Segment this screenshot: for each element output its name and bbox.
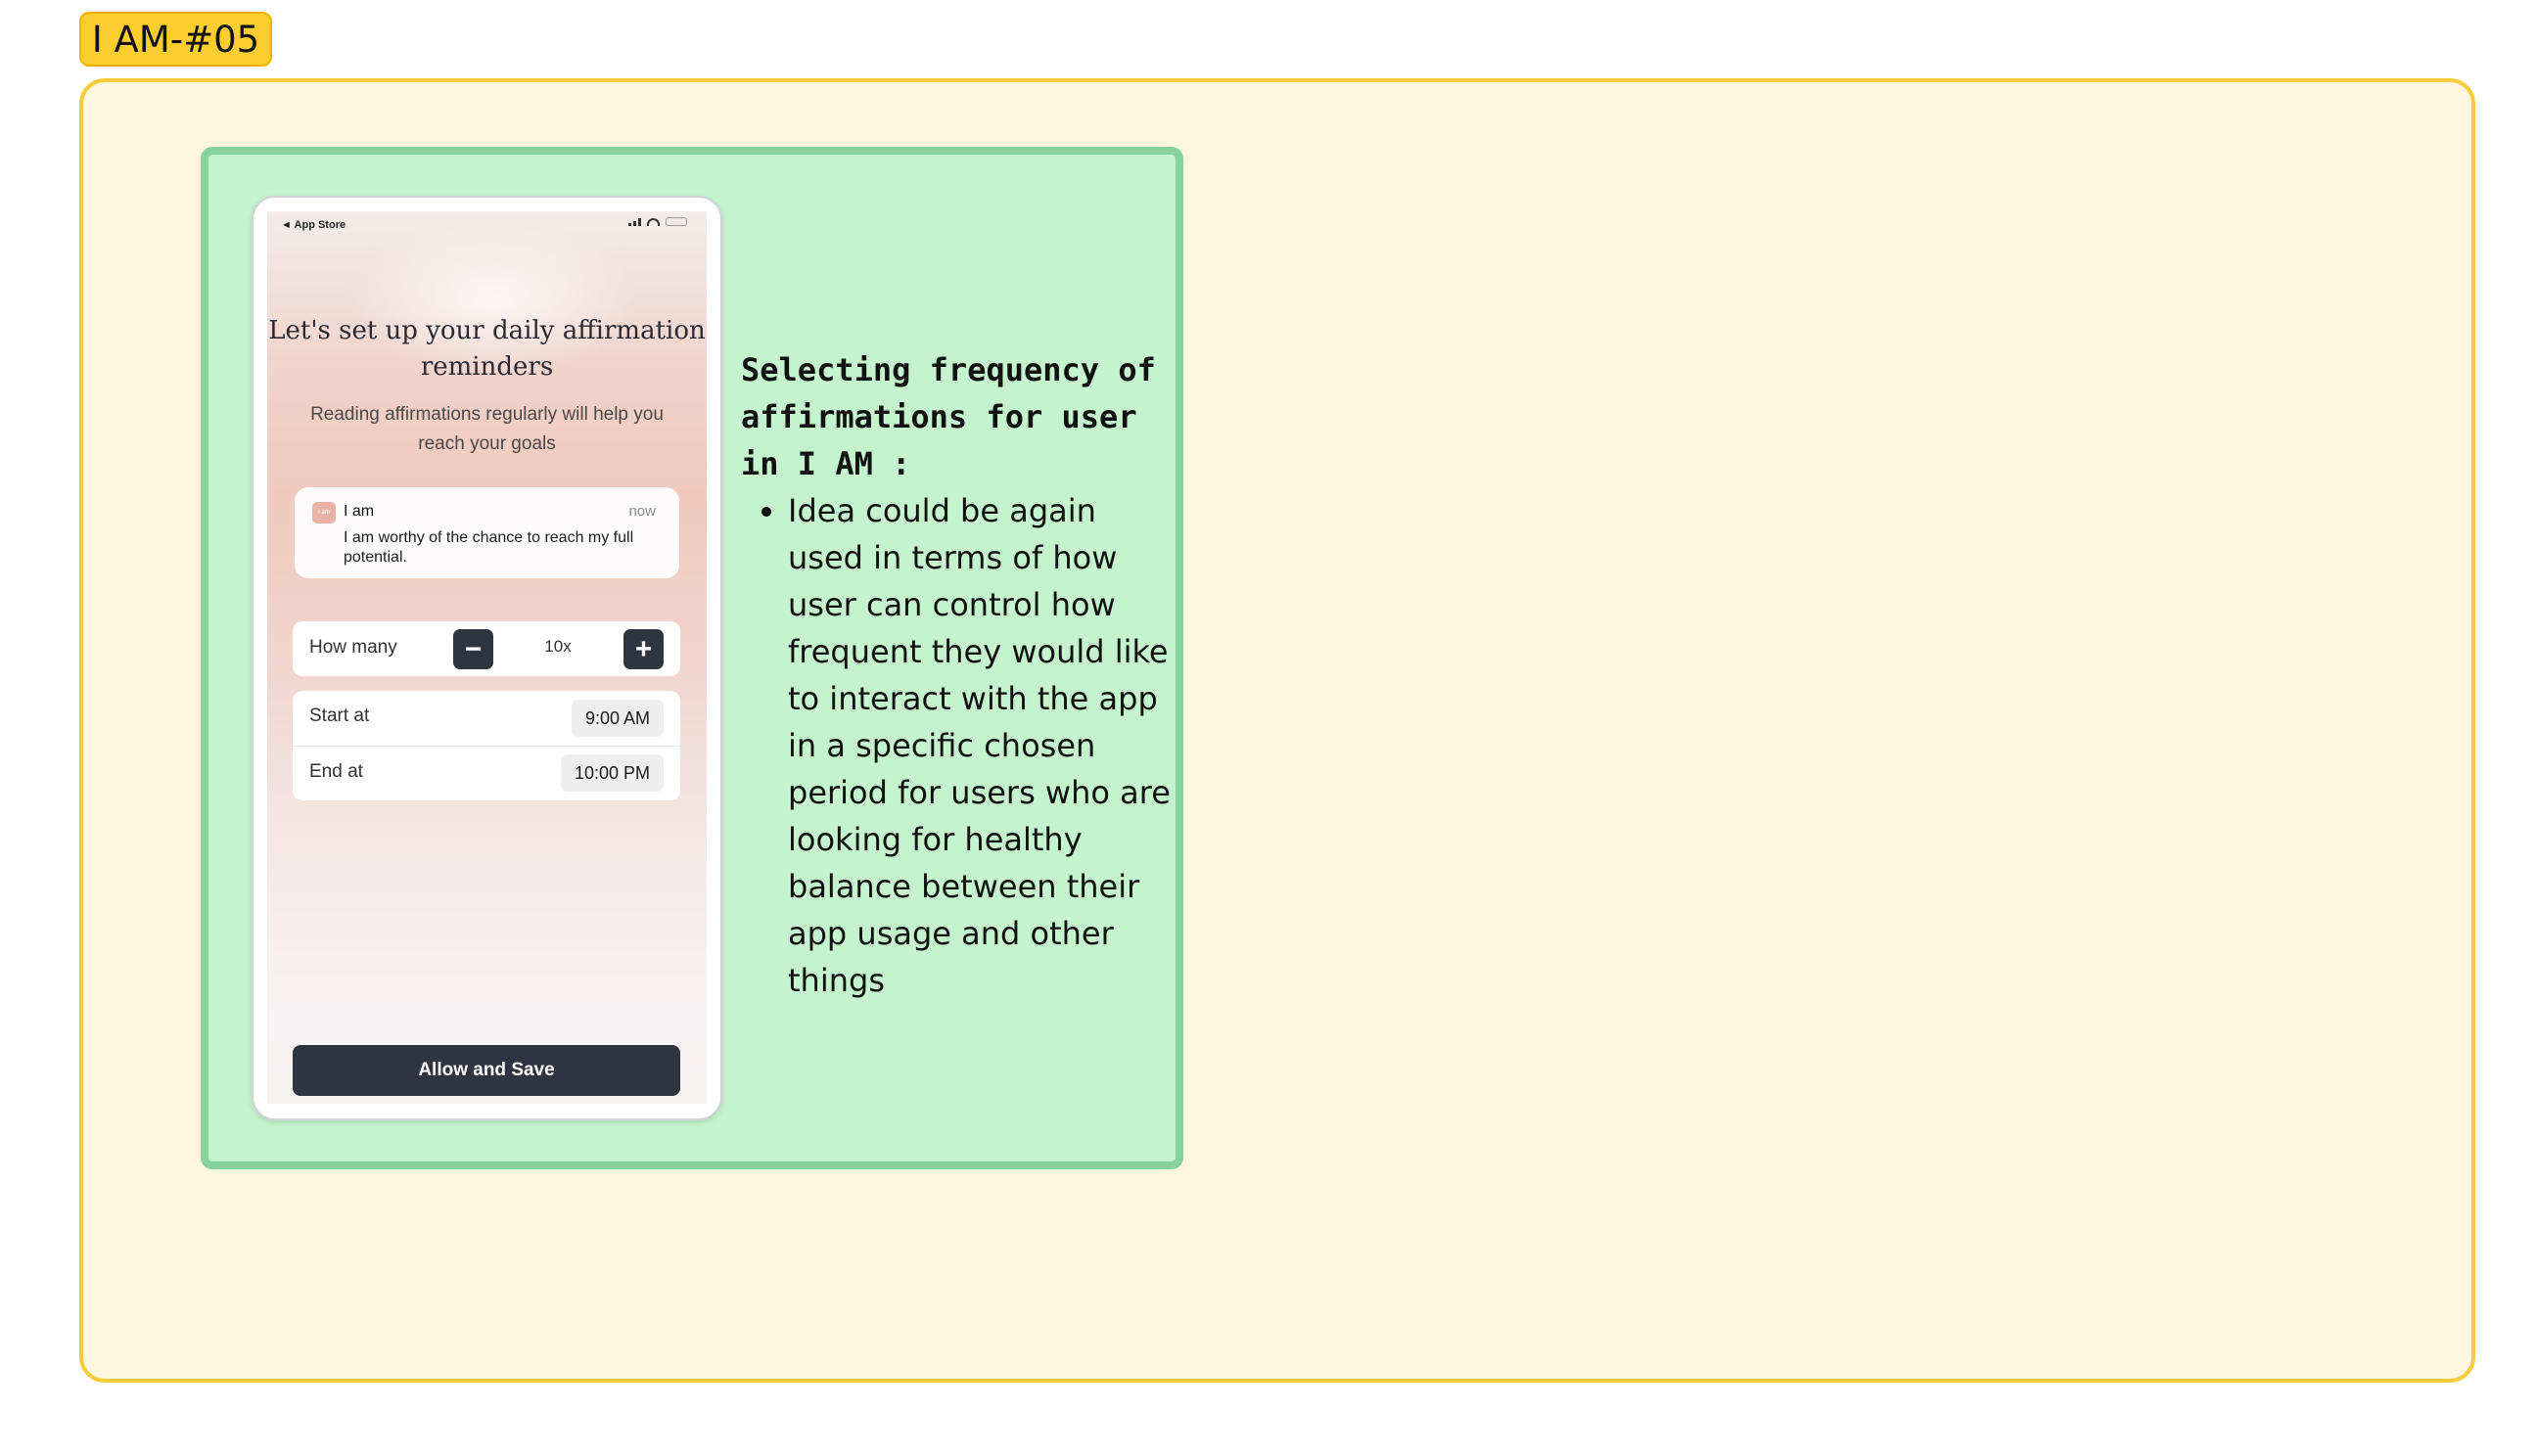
end-time-picker[interactable]: 10:00 PM bbox=[560, 754, 664, 792]
annotation-title: Selecting frequency of affirmations for … bbox=[741, 351, 1156, 482]
app-icon: I am bbox=[312, 502, 336, 523]
how-many-label: How many bbox=[309, 637, 397, 658]
start-at-label: Start at bbox=[309, 705, 370, 726]
increase-button[interactable]: + bbox=[623, 629, 664, 669]
notification-time: now bbox=[628, 503, 656, 520]
battery-icon bbox=[666, 217, 687, 226]
annotation-note: Selecting frequency of affirmations for … bbox=[741, 346, 1181, 1004]
row-divider bbox=[293, 746, 680, 747]
wifi-icon bbox=[647, 217, 660, 226]
annotation-bullets: Idea could be again used in terms of how… bbox=[741, 487, 1181, 1004]
notification-app-name: I am bbox=[344, 503, 375, 520]
signal-icon bbox=[628, 217, 641, 226]
app-screen: ◄ App Store Let's set up your daily affi… bbox=[267, 211, 707, 1104]
frame-tag[interactable]: I AM-#05 bbox=[79, 12, 272, 67]
annotation-bullet: Idea could be again used in terms of how… bbox=[788, 487, 1181, 1004]
back-to-app-store-link[interactable]: ◄ App Store bbox=[281, 219, 346, 231]
start-time-picker[interactable]: 9:00 AM bbox=[571, 700, 664, 737]
status-icons bbox=[628, 217, 687, 226]
time-range-group: Start at 9:00 AM End at 10:00 PM bbox=[293, 691, 680, 800]
status-bar: ◄ App Store bbox=[267, 217, 707, 239]
end-at-label: End at bbox=[309, 761, 363, 782]
how-many-row: How many − 10x + bbox=[293, 621, 680, 676]
how-many-value: 10x bbox=[544, 637, 572, 656]
allow-and-save-button[interactable]: Allow and Save bbox=[293, 1045, 680, 1096]
decrease-button[interactable]: − bbox=[453, 629, 493, 669]
notification-message: I am worthy of the chance to reach my fu… bbox=[344, 529, 634, 566]
notification-preview: I am I am now I am worthy of the chance … bbox=[295, 487, 679, 578]
screen-title: Let's set up your daily affirmation remi… bbox=[268, 316, 706, 382]
screen-subtitle: Reading affirmations regularly will help… bbox=[310, 404, 664, 454]
